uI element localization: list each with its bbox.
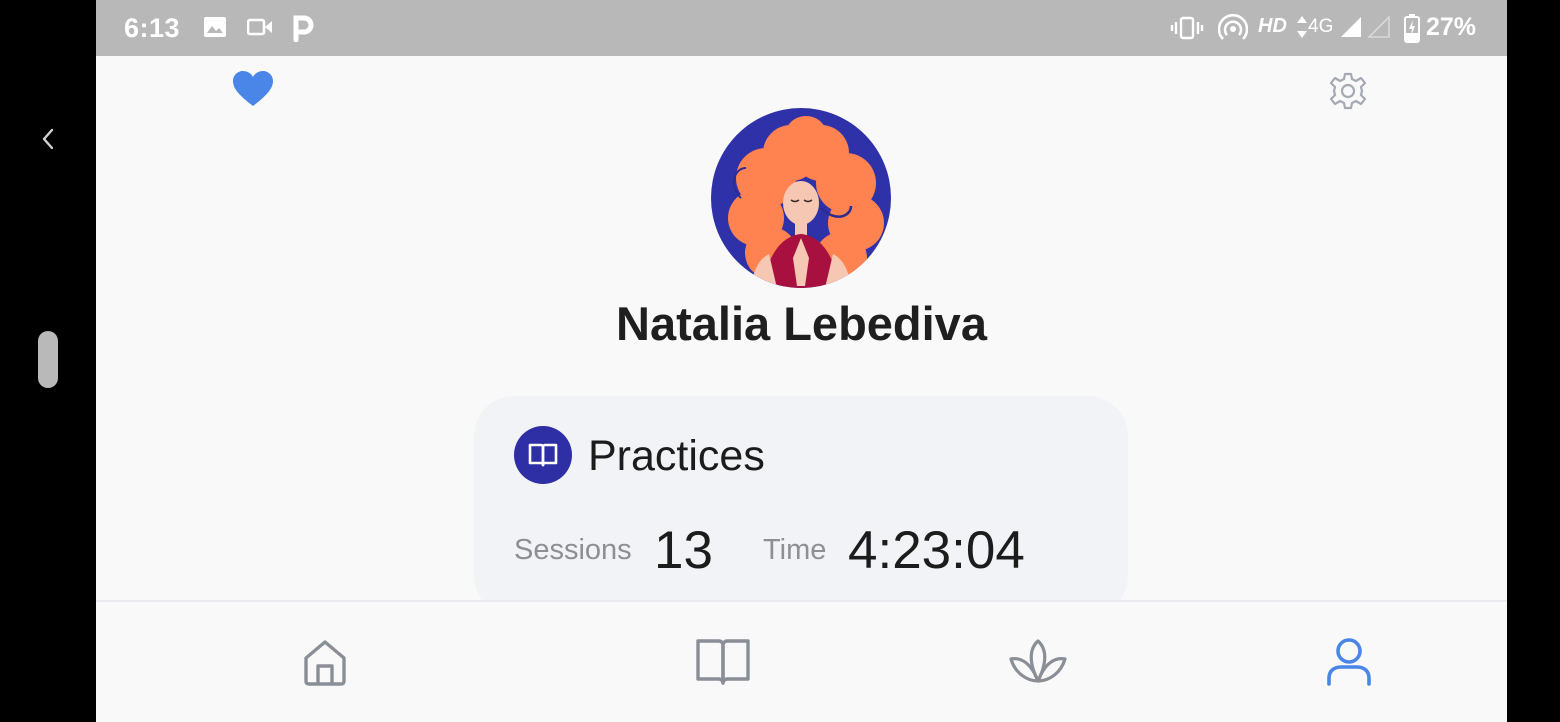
nav-meditate-tab[interactable]	[1006, 630, 1070, 694]
gear-icon	[1329, 72, 1367, 110]
signal-icon	[1341, 17, 1361, 37]
screen-edge	[1507, 0, 1560, 720]
time-value: 4:23:04	[848, 521, 1025, 580]
sessions-label: Sessions	[514, 534, 632, 566]
settings-button[interactable]	[1328, 71, 1368, 116]
system-nav-bar	[0, 0, 96, 720]
battery-percentage: 27%	[1426, 13, 1477, 41]
sessions-value: 13	[654, 521, 713, 580]
nav-home-tab[interactable]	[293, 630, 357, 694]
hotspot-icon	[1218, 14, 1248, 40]
user-name: Natalia Lebediva	[616, 297, 987, 350]
avatar-illustration	[711, 108, 891, 288]
practices-card[interactable]: Practices Sessions 13 Time 4:23:04	[474, 396, 1128, 616]
nav-library-tab[interactable]	[691, 630, 755, 694]
status-time: 6:13	[124, 13, 181, 43]
home-icon	[304, 640, 346, 686]
image-icon	[204, 17, 226, 37]
signal-empty-icon	[1368, 16, 1390, 38]
profile-screen: Natalia Lebediva Practices Sessions 13 T…	[96, 56, 1507, 722]
home-gesture-pill[interactable]	[38, 331, 58, 388]
nav-profile-tab[interactable]	[1317, 630, 1381, 694]
lotus-icon	[1009, 639, 1067, 683]
book-open-icon	[528, 443, 558, 467]
data-arrows-icon	[1297, 16, 1307, 38]
profile-icon	[1327, 638, 1371, 686]
chevron-left-icon	[42, 128, 54, 150]
avatar[interactable]	[711, 108, 891, 288]
heart-icon	[233, 71, 273, 106]
network-hd-label: HD	[1258, 15, 1287, 37]
favorites-button[interactable]	[232, 70, 274, 113]
p-app-icon	[293, 15, 314, 42]
practices-title: Practices	[588, 432, 765, 480]
vibrate-icon	[1170, 16, 1204, 40]
book-icon	[696, 639, 750, 685]
video-camera-icon	[247, 18, 272, 36]
network-type-label: 4G	[1308, 16, 1334, 37]
practices-badge	[514, 426, 572, 484]
back-button[interactable]	[34, 124, 62, 154]
time-label: Time	[763, 534, 827, 566]
status-bar: 6:13 HD 4G 27%	[96, 0, 1507, 56]
battery-icon	[1404, 14, 1420, 43]
bottom-navigation	[96, 600, 1507, 722]
